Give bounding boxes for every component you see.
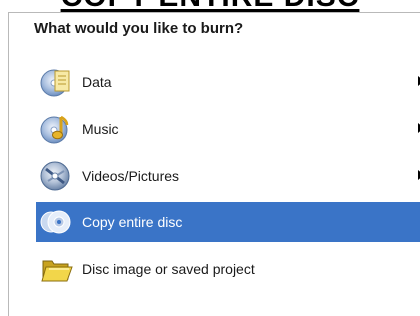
menu-item-label: Copy entire disc [82, 214, 183, 230]
menu-item-disc-image[interactable]: Disc image or saved project [36, 249, 420, 289]
menu-item-label: Music [82, 121, 119, 137]
menu-item-copy-entire-disc[interactable]: Copy entire disc [36, 202, 420, 242]
menu-item-videos-pictures[interactable]: Videos/Pictures [36, 156, 420, 196]
menu-item-label: Data [82, 74, 112, 90]
menu-item-music[interactable]: Music [36, 109, 420, 149]
menu-item-label: Disc image or saved project [82, 261, 255, 277]
videos-pictures-disc-icon [40, 159, 74, 193]
menu-item-data[interactable]: Data [36, 62, 420, 102]
menu-item-label: Videos/Pictures [82, 168, 180, 184]
open-folder-icon [40, 252, 74, 286]
copy-disc-icon [40, 205, 74, 239]
menu-heading: What would you like to burn? [34, 20, 244, 37]
data-disc-document-icon [40, 65, 74, 99]
music-disc-note-icon [40, 112, 74, 146]
burn-menu-page: COPY ENTIRE DISC What would you like to … [0, 0, 420, 316]
